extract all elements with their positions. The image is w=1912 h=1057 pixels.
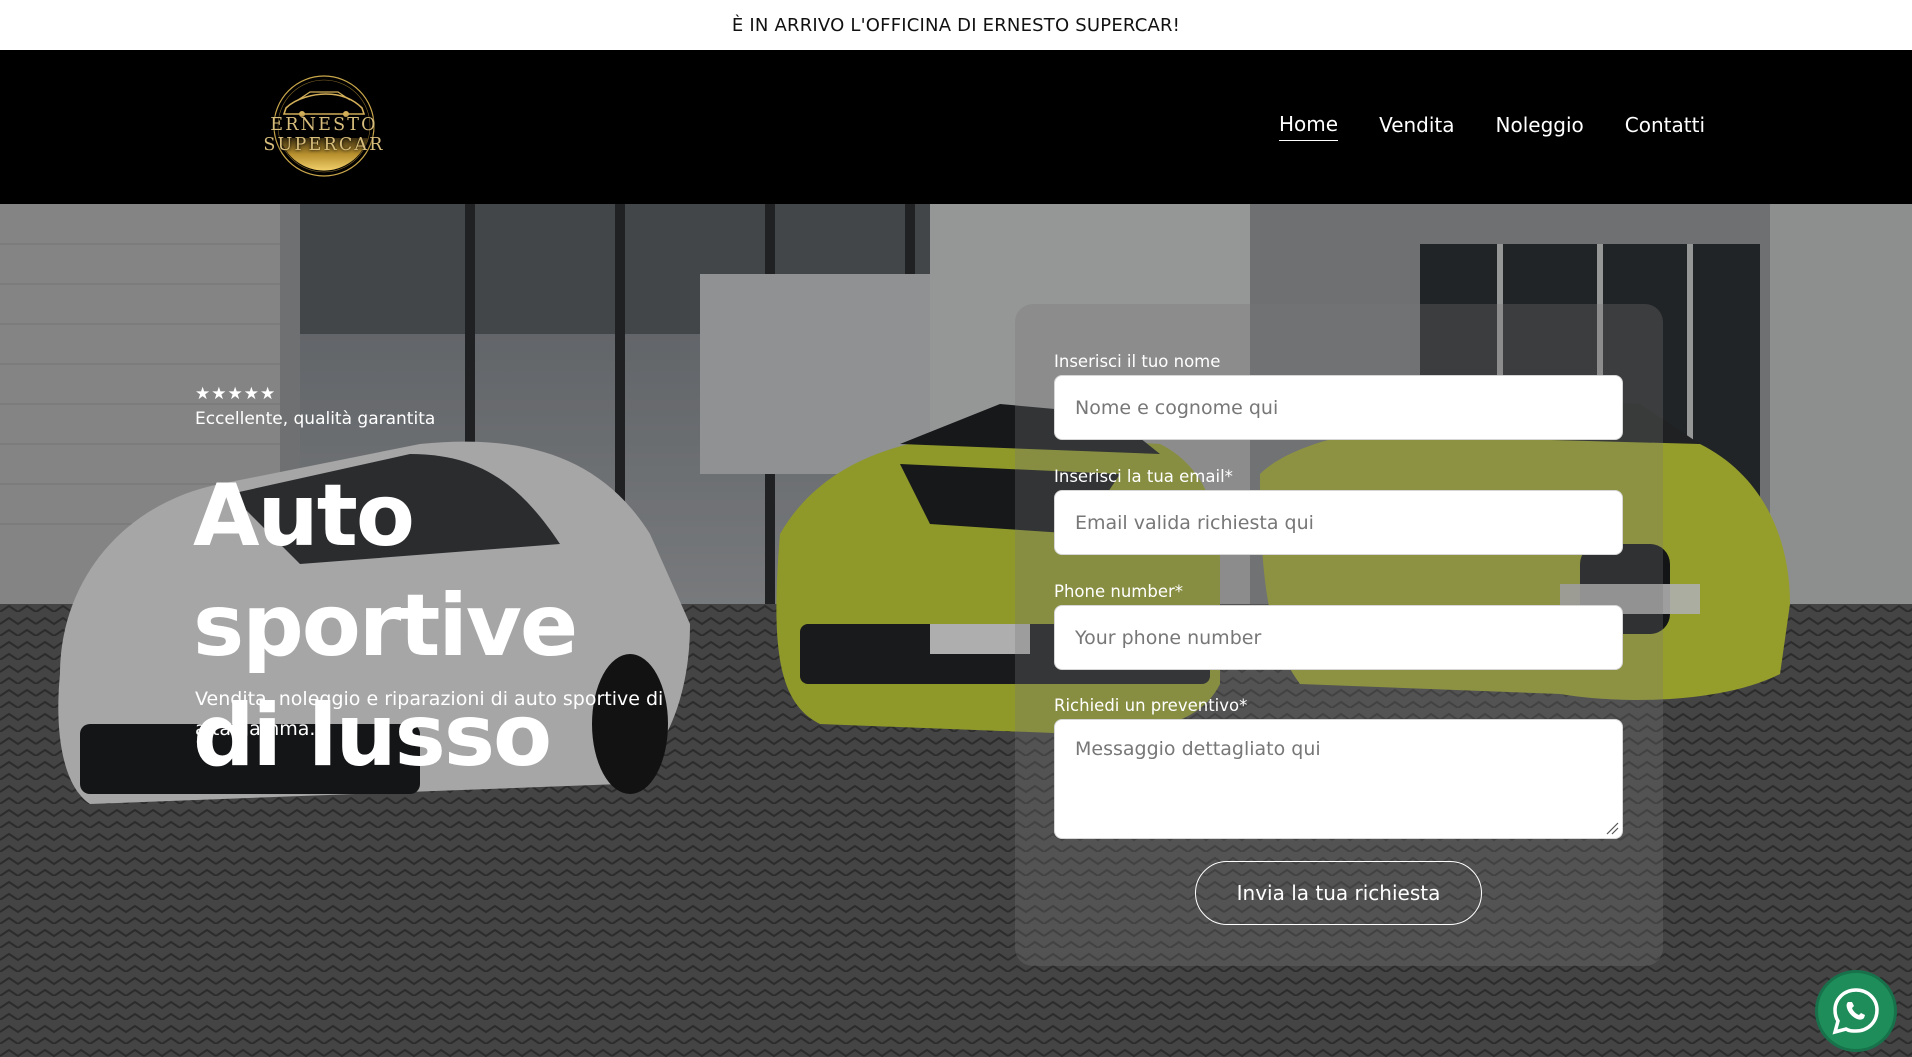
whatsapp-icon — [1832, 988, 1879, 1035]
quote-form: Inserisci il tuo nome Nome e cognome qui… — [1015, 304, 1663, 966]
announcement-bar: È IN ARRIVO L'OFFICINA DI ERNESTO SUPERC… — [0, 0, 1912, 50]
email-input[interactable]: Email valida richiesta qui — [1054, 490, 1623, 555]
site-header: ERNESTO SUPERCAR Home Vendita Noleggio C… — [0, 50, 1912, 204]
submit-label: Invia la tua richiesta — [1236, 881, 1441, 905]
headline-line-1: Auto sportive — [193, 466, 578, 676]
submit-button[interactable]: Invia la tua richiesta — [1195, 861, 1482, 925]
email-label: Inserisci la tua email* — [1054, 467, 1233, 486]
name-placeholder: Nome e cognome qui — [1075, 396, 1279, 419]
logo-text: ERNESTO SUPERCAR — [263, 115, 385, 155]
resize-handle-icon[interactable] — [1605, 821, 1619, 835]
nav-home[interactable]: Home — [1279, 112, 1339, 141]
nav-noleggio[interactable]: Noleggio — [1496, 113, 1584, 141]
whatsapp-button[interactable] — [1815, 970, 1897, 1052]
phone-input[interactable]: Your phone number — [1054, 605, 1623, 670]
hero-section: ★★★★★ Eccellente, qualità garantita Auto… — [0, 204, 1912, 1057]
message-textarea[interactable]: Messaggio dettagliato qui — [1054, 719, 1623, 839]
rating-block: ★★★★★ Eccellente, qualità garantita — [195, 385, 435, 429]
nav-contatti[interactable]: Contatti — [1625, 113, 1705, 141]
star-rating-icon: ★★★★★ — [195, 384, 277, 404]
message-placeholder: Messaggio dettagliato qui — [1075, 738, 1321, 760]
logo[interactable]: ERNESTO SUPERCAR — [218, 70, 430, 182]
email-placeholder: Email valida richiesta qui — [1075, 511, 1314, 534]
name-label: Inserisci il tuo nome — [1054, 352, 1221, 371]
announcement-text: È IN ARRIVO L'OFFICINA DI ERNESTO SUPERC… — [731, 14, 1181, 36]
phone-placeholder: Your phone number — [1075, 626, 1262, 649]
nav-vendita[interactable]: Vendita — [1379, 113, 1454, 141]
name-input[interactable]: Nome e cognome qui — [1054, 375, 1623, 440]
rating-text: Eccellente, qualità garantita — [195, 409, 436, 429]
message-label: Richiedi un preventivo* — [1054, 696, 1248, 715]
hero-subtext: Vendita, noleggio e riparazioni di auto … — [195, 688, 664, 740]
phone-label: Phone number* — [1054, 582, 1184, 601]
main-nav: Home Vendita Noleggio Contatti — [1279, 112, 1705, 141]
